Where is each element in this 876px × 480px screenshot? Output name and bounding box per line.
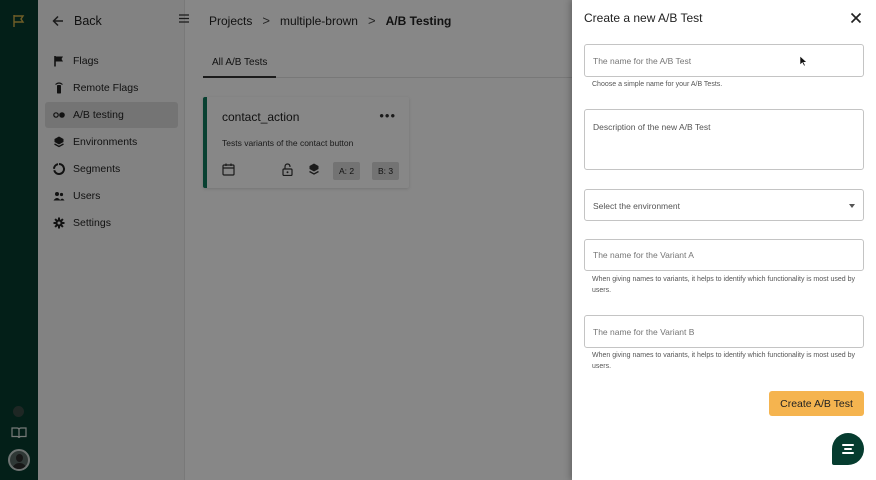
variant-a-helper: When giving names to variants, it helps … — [592, 276, 856, 294]
create-ab-test-drawer: Create a new A/B Test Choose a simple na… — [572, 0, 876, 480]
environment-select-value: Select the environment — [593, 201, 680, 211]
create-ab-test-button[interactable]: Create A/B Test — [769, 391, 864, 416]
modal-backdrop[interactable] — [0, 0, 572, 480]
environment-select[interactable]: Select the environment — [584, 189, 864, 221]
chat-icon-line — [842, 452, 854, 454]
mouse-cursor-icon — [799, 55, 808, 67]
ab-test-name-field[interactable] — [584, 44, 864, 77]
ab-test-name-input[interactable] — [585, 45, 863, 76]
chat-icon-line — [844, 448, 852, 450]
variant-a-field[interactable] — [584, 239, 864, 271]
dropdown-caret-icon — [849, 204, 855, 208]
description-field[interactable]: Description of the new A/B Test — [584, 109, 864, 170]
variant-b-input[interactable] — [585, 316, 863, 347]
chat-icon-line — [842, 444, 854, 446]
variant-b-field[interactable] — [584, 315, 864, 348]
ab-test-name-helper: Choose a simple name for your A/B Tests. — [592, 81, 723, 88]
chat-widget-button[interactable] — [832, 433, 864, 465]
description-placeholder: Description of the new A/B Test — [593, 122, 711, 132]
close-icon[interactable] — [850, 12, 862, 24]
variant-a-input[interactable] — [585, 240, 863, 270]
variant-b-helper: When giving names to variants, it helps … — [592, 352, 856, 370]
drawer-title: Create a new A/B Test — [584, 11, 703, 25]
